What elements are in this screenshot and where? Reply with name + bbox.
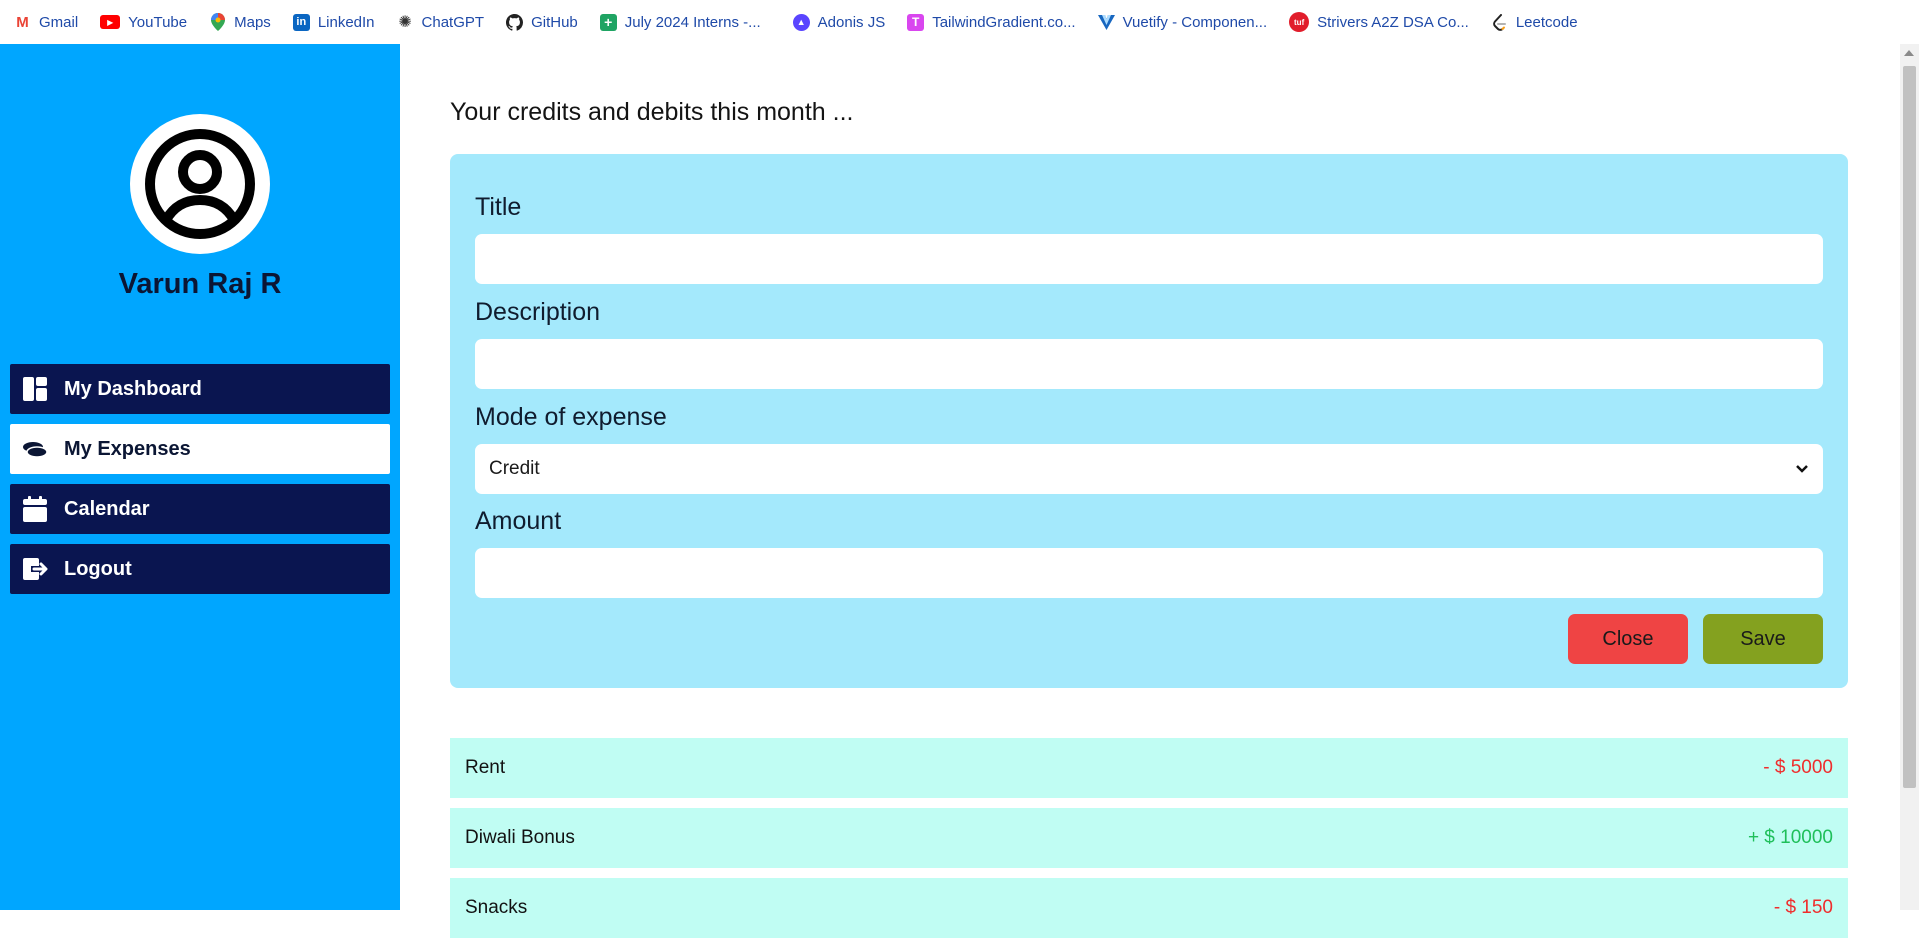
linkedin-icon: in: [292, 13, 310, 31]
bookmark-linkedin[interactable]: in LinkedIn: [292, 13, 375, 31]
bookmark-label: Adonis JS: [817, 13, 886, 31]
bookmark-label: YouTube: [128, 13, 188, 31]
sidebar: Varun Raj R My Dashboard My Expenses Cal…: [0, 44, 400, 910]
transaction-amount: - $ 5000: [1763, 757, 1833, 778]
mode-selected-value: Credit: [489, 458, 540, 479]
user-name: Varun Raj R: [118, 268, 282, 300]
mode-label: Mode of expense: [475, 403, 667, 431]
nav-label: Logout: [64, 557, 132, 580]
transaction-title: Diwali Bonus: [465, 827, 575, 848]
nav-calendar[interactable]: Calendar: [10, 484, 390, 534]
chevron-down-icon: [1796, 465, 1808, 473]
bookmark-label: Strivers A2Z DSA Co...: [1317, 13, 1469, 31]
nav-label: My Expenses: [64, 437, 191, 460]
bookmark-strivers-a2z[interactable]: tuf Strivers A2Z DSA Co...: [1289, 12, 1469, 32]
transaction-amount: - $ 150: [1773, 897, 1833, 918]
adonis-icon: ▲: [792, 13, 810, 31]
user-circle-icon: [145, 129, 255, 239]
vuetify-icon: [1097, 14, 1115, 31]
page-heading: Your credits and debits this month ...: [450, 98, 854, 126]
bookmark-maps[interactable]: Maps: [209, 13, 271, 31]
description-label: Description: [475, 298, 601, 326]
nav-my-expenses[interactable]: My Expenses: [10, 424, 390, 474]
scroll-up-arrow-icon[interactable]: [1904, 50, 1914, 56]
transaction-title: Rent: [465, 757, 506, 778]
maps-icon: [209, 13, 226, 31]
bookmark-label: GitHub: [531, 13, 578, 31]
coins-icon: [23, 442, 48, 458]
bookmark-label: LinkedIn: [317, 13, 375, 31]
sheets-icon: +: [599, 13, 617, 31]
bookmark-label: Gmail: [39, 13, 79, 31]
bookmarks-bar: M Gmail ▶ YouTube Maps in LinkedIn ✺ Cha…: [0, 0, 1919, 44]
bookmark-label: TailwindGradient.co...: [932, 13, 1076, 31]
transaction-title: Snacks: [465, 897, 528, 918]
scroll-thumb[interactable]: [1903, 66, 1916, 788]
main-content: Your credits and debits this month ... T…: [400, 44, 1900, 938]
bookmark-github[interactable]: GitHub: [506, 13, 578, 31]
amount-input[interactable]: [475, 548, 1823, 598]
nav-label: My Dashboard: [64, 377, 202, 400]
youtube-icon: ▶: [100, 15, 121, 29]
page-scrollbar[interactable]: [1900, 44, 1919, 910]
chatgpt-icon: ✺: [398, 14, 412, 31]
avatar: [130, 114, 270, 254]
nav-label: Calendar: [64, 497, 150, 520]
bookmark-label: Vuetify - Componen...: [1122, 13, 1268, 31]
bookmark-label: Leetcode: [1515, 13, 1578, 31]
bookmark-chatgpt[interactable]: ✺ ChatGPT: [397, 13, 485, 32]
gmail-icon: M: [14, 13, 31, 31]
tuf-icon: tuf: [1289, 12, 1310, 32]
nav-logout[interactable]: Logout: [10, 544, 390, 594]
transaction-row[interactable]: Snacks - $ 150: [450, 878, 1848, 938]
expense-form: Title Description Mode of expense Credit…: [450, 154, 1848, 688]
close-button[interactable]: Close: [1568, 614, 1688, 664]
github-icon: [506, 13, 524, 31]
title-input[interactable]: [475, 234, 1823, 284]
amount-label: Amount: [475, 507, 562, 535]
transaction-row[interactable]: Rent - $ 5000: [450, 738, 1848, 798]
save-button[interactable]: Save: [1703, 614, 1823, 664]
bookmark-leetcode[interactable]: Leetcode: [1491, 13, 1578, 31]
logout-icon: [23, 558, 48, 580]
leetcode-icon: [1491, 13, 1508, 31]
bookmark-label: Maps: [234, 13, 271, 31]
calendar-icon: [23, 496, 47, 522]
dashboard-icon: [23, 377, 47, 401]
nav-my-dashboard[interactable]: My Dashboard: [10, 364, 390, 414]
bookmark-label: July 2024 Interns -...: [624, 13, 761, 31]
bookmark-gmail[interactable]: M Gmail: [14, 13, 79, 31]
transaction-amount: + $ 10000: [1747, 827, 1833, 848]
mode-select[interactable]: Credit: [475, 444, 1823, 494]
bookmark-youtube[interactable]: ▶ YouTube: [100, 14, 187, 31]
transaction-row[interactable]: Diwali Bonus + $ 10000: [450, 808, 1848, 868]
bookmark-adonis-js[interactable]: ▲ Adonis JS: [792, 13, 886, 31]
bookmark-label: ChatGPT: [421, 13, 485, 31]
bookmark-vuetify[interactable]: Vuetify - Componen...: [1097, 13, 1268, 31]
title-label: Title: [475, 193, 522, 221]
tailwindgradient-icon: T: [907, 13, 925, 31]
bookmark-tailwindgradient[interactable]: T TailwindGradient.co...: [907, 13, 1076, 31]
bookmark-july-2024-interns[interactable]: + July 2024 Interns -...: [599, 13, 761, 31]
description-input[interactable]: [475, 339, 1823, 389]
